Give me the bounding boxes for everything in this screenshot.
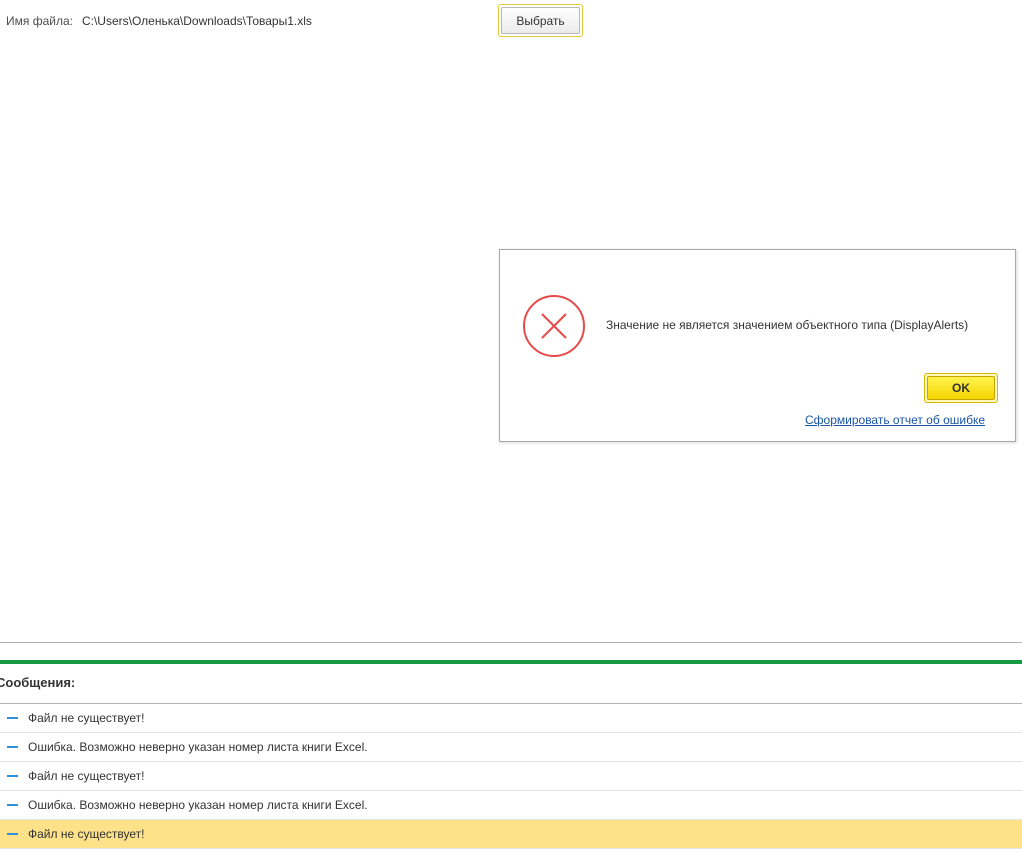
message-item[interactable]: Файл не существует! (0, 704, 1022, 733)
message-item[interactable]: Файл не существует! (0, 762, 1022, 791)
messages-panel-accent-bar (0, 660, 1022, 664)
ok-button[interactable]: OK (924, 373, 998, 403)
choose-file-button-label[interactable]: Выбрать (501, 7, 580, 34)
error-report-link[interactable]: Сформировать отчет об ошибке (805, 413, 985, 427)
ok-button-label[interactable]: OK (927, 376, 995, 400)
file-name-label: Имя файла: (6, 14, 73, 28)
message-item[interactable]: Ошибка. Возможно неверно указан номер ли… (0, 733, 1022, 762)
minus-icon (7, 717, 18, 719)
message-text: Файл не существует! (28, 827, 145, 841)
file-path-value[interactable]: C:\Users\Оленька\Downloads\Товары1.xls (82, 14, 312, 28)
file-name-row: Имя файла: C:\Users\Оленька\Downloads\То… (6, 13, 312, 29)
messages-title: Сообщения: (0, 675, 76, 690)
message-item[interactable]: Ошибка. Возможно неверно указан номер ли… (0, 791, 1022, 820)
message-item-selected[interactable]: Файл не существует! (0, 820, 1022, 849)
minus-icon (7, 746, 18, 748)
message-text: Ошибка. Возможно неверно указан номер ли… (28, 798, 368, 812)
messages-list: Файл не существует! Ошибка. Возможно нев… (0, 703, 1022, 849)
error-message: Значение не является значением объектног… (606, 318, 969, 332)
error-dialog: Значение не является значением объектног… (499, 249, 1016, 442)
minus-icon (7, 833, 18, 835)
message-text: Файл не существует! (28, 711, 145, 725)
message-text: Ошибка. Возможно неверно указан номер ли… (28, 740, 368, 754)
minus-icon (7, 775, 18, 777)
error-x-icon (523, 295, 585, 357)
choose-file-button[interactable]: Выбрать (498, 4, 583, 37)
minus-icon (7, 804, 18, 806)
message-text: Файл не существует! (28, 769, 145, 783)
content-divider (0, 642, 1022, 643)
